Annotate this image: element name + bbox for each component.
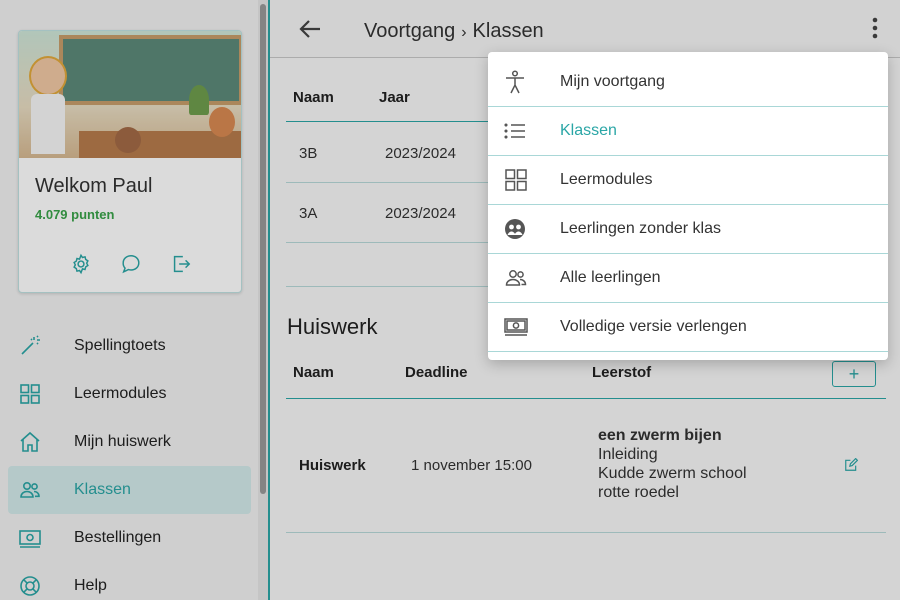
menu-item-label: Alle leerlingen (560, 269, 661, 286)
menu-item-volledige-versie-verlengen[interactable]: Volledige versie verlengen (488, 303, 888, 352)
menu-item-klassen[interactable]: Klassen (488, 107, 888, 156)
banknote-icon (488, 316, 560, 338)
users-icon (488, 267, 560, 289)
menu-item-label: Volledige versie verlengen (560, 318, 747, 335)
group-circle-icon (488, 218, 560, 240)
menu-item-leerlingen-zonder-klas[interactable]: Leerlingen zonder klas (488, 205, 888, 254)
menu-item-label: Mijn voortgang (560, 73, 665, 90)
person-icon (488, 70, 560, 94)
menu-item-alle-leerlingen[interactable]: Alle leerlingen (488, 254, 888, 303)
list-icon (488, 121, 560, 141)
menu-item-label: Leermodules (560, 171, 653, 188)
menu-item-label: Klassen (560, 122, 617, 139)
menu-item-mijn-voortgang[interactable]: Mijn voortgang (488, 58, 888, 107)
menu-item-label: Leerlingen zonder klas (560, 220, 721, 237)
overflow-menu: Mijn voortgang Klassen Leermodules Leerl… (488, 52, 888, 360)
menu-item-leermodules[interactable]: Leermodules (488, 156, 888, 205)
grid-icon (488, 168, 560, 192)
